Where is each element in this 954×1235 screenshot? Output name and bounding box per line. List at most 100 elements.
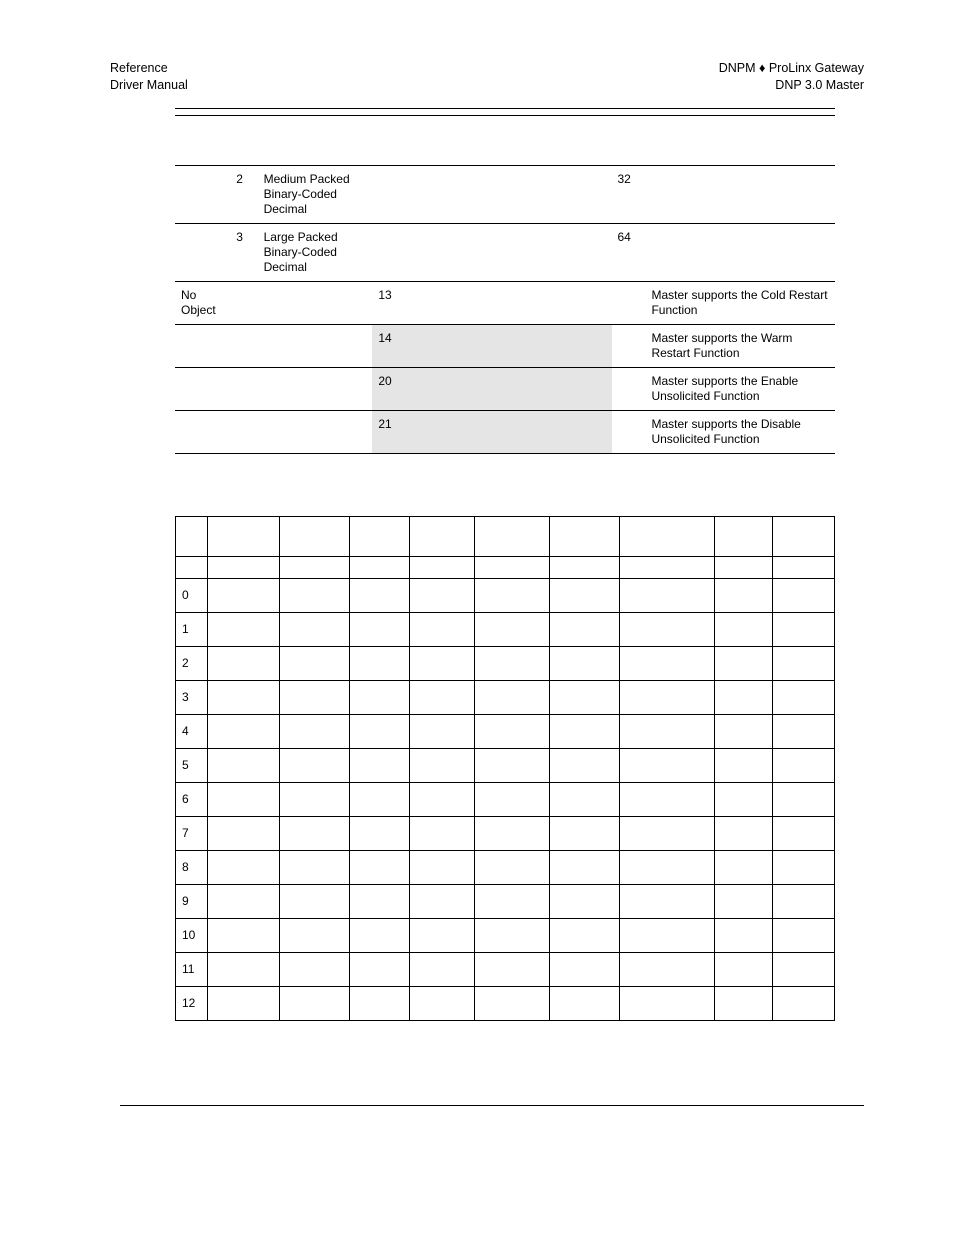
cell-variation	[222, 281, 258, 324]
grid-cell	[715, 714, 773, 748]
grid-cell	[773, 986, 835, 1020]
grid-cell	[207, 816, 279, 850]
grid-row: 2	[176, 646, 835, 680]
cell-variation: 2	[222, 165, 258, 223]
grid-cell	[279, 816, 349, 850]
cell-description: Medium Packed Binary-Coded Decimal	[258, 165, 373, 223]
grid-row: 6	[176, 782, 835, 816]
grid-cell	[474, 646, 550, 680]
grid-cell	[620, 680, 715, 714]
grid-index-cell: 4	[176, 714, 208, 748]
cell-size: 64	[612, 223, 646, 281]
grid-row: 10	[176, 918, 835, 952]
grid-cell	[715, 578, 773, 612]
grid-cell	[409, 986, 474, 1020]
grid-cell	[409, 782, 474, 816]
grid-cell	[279, 782, 349, 816]
cell-description	[258, 281, 373, 324]
table-row: 14 Master supports the Warm Restart Func…	[175, 324, 835, 367]
grid-cell	[715, 816, 773, 850]
grid-cell	[550, 646, 620, 680]
grid-cell	[550, 714, 620, 748]
grid-index-cell: 9	[176, 884, 208, 918]
footer-rule	[120, 1105, 864, 1106]
grid-index-cell: 6	[176, 782, 208, 816]
grid-cell	[620, 782, 715, 816]
grid-cell	[773, 578, 835, 612]
grid-cell	[620, 884, 715, 918]
grid-cell	[207, 918, 279, 952]
cell-size	[612, 324, 646, 367]
grid-cell	[409, 646, 474, 680]
grid-row: 5	[176, 748, 835, 782]
grid-cell	[474, 952, 550, 986]
grid-cell	[279, 918, 349, 952]
grid-cell	[550, 816, 620, 850]
grid-cell	[409, 714, 474, 748]
cell-object: No Object	[175, 281, 222, 324]
cell-description	[258, 324, 373, 367]
grid-subheader-row	[176, 556, 835, 578]
grid-cell	[715, 748, 773, 782]
cell-mid	[402, 223, 611, 281]
grid-cell	[349, 748, 409, 782]
grid-row: 7	[176, 816, 835, 850]
grid-cell	[349, 986, 409, 1020]
cell-object	[175, 367, 222, 410]
grid-cell	[620, 714, 715, 748]
grid-cell	[207, 680, 279, 714]
table-row: 2 Medium Packed Binary-Coded Decimal 32	[175, 165, 835, 223]
grid-cell	[773, 680, 835, 714]
grid-row: 12	[176, 986, 835, 1020]
cell-description	[258, 367, 373, 410]
grid-cell	[773, 884, 835, 918]
grid-cell	[773, 816, 835, 850]
grid-index-cell: 0	[176, 578, 208, 612]
cell-note	[645, 165, 835, 223]
grid-cell	[474, 850, 550, 884]
grid-cell	[409, 748, 474, 782]
grid-cell	[207, 986, 279, 1020]
cell-variation: 3	[222, 223, 258, 281]
grid-cell	[715, 646, 773, 680]
grid-index-cell: 5	[176, 748, 208, 782]
grid-cell	[409, 816, 474, 850]
grid-cell	[474, 986, 550, 1020]
header-right: DNPM ♦ ProLinx Gateway DNP 3.0 Master	[719, 60, 864, 94]
grid-cell	[715, 918, 773, 952]
grid-cell	[620, 748, 715, 782]
grid-cell	[207, 578, 279, 612]
grid-cell	[620, 578, 715, 612]
grid-cell	[550, 986, 620, 1020]
table-header-rule	[175, 108, 835, 115]
grid-cell	[474, 612, 550, 646]
grid-cell	[349, 918, 409, 952]
grid-cell	[620, 850, 715, 884]
cell-note: Master supports the Warm Restart Functio…	[645, 324, 835, 367]
cell-mid	[402, 281, 611, 324]
grid-cell	[279, 714, 349, 748]
grid-cell	[620, 986, 715, 1020]
grid-cell	[474, 918, 550, 952]
grid-cell	[474, 748, 550, 782]
grid-cell	[279, 884, 349, 918]
cell-size	[612, 281, 646, 324]
header-right-line1: DNPM ♦ ProLinx Gateway	[719, 60, 864, 77]
cell-note: Master supports the Disable Unsolicited …	[645, 410, 835, 453]
cell-size	[612, 367, 646, 410]
grid-index-cell: 10	[176, 918, 208, 952]
cell-func: 21	[372, 410, 402, 453]
table-row: No Object 13 Master supports the Cold Re…	[175, 281, 835, 324]
grid-cell	[715, 850, 773, 884]
cell-variation	[222, 324, 258, 367]
grid-cell	[773, 612, 835, 646]
cell-size	[612, 410, 646, 453]
grid-index-cell: 8	[176, 850, 208, 884]
grid-cell	[349, 850, 409, 884]
grid-cell	[349, 782, 409, 816]
page-header: Reference Driver Manual DNPM ♦ ProLinx G…	[110, 60, 864, 94]
grid-cell	[550, 884, 620, 918]
object-variation-table: 2 Medium Packed Binary-Coded Decimal 32 …	[175, 108, 835, 454]
cell-mid	[402, 165, 611, 223]
grid-cell	[620, 816, 715, 850]
